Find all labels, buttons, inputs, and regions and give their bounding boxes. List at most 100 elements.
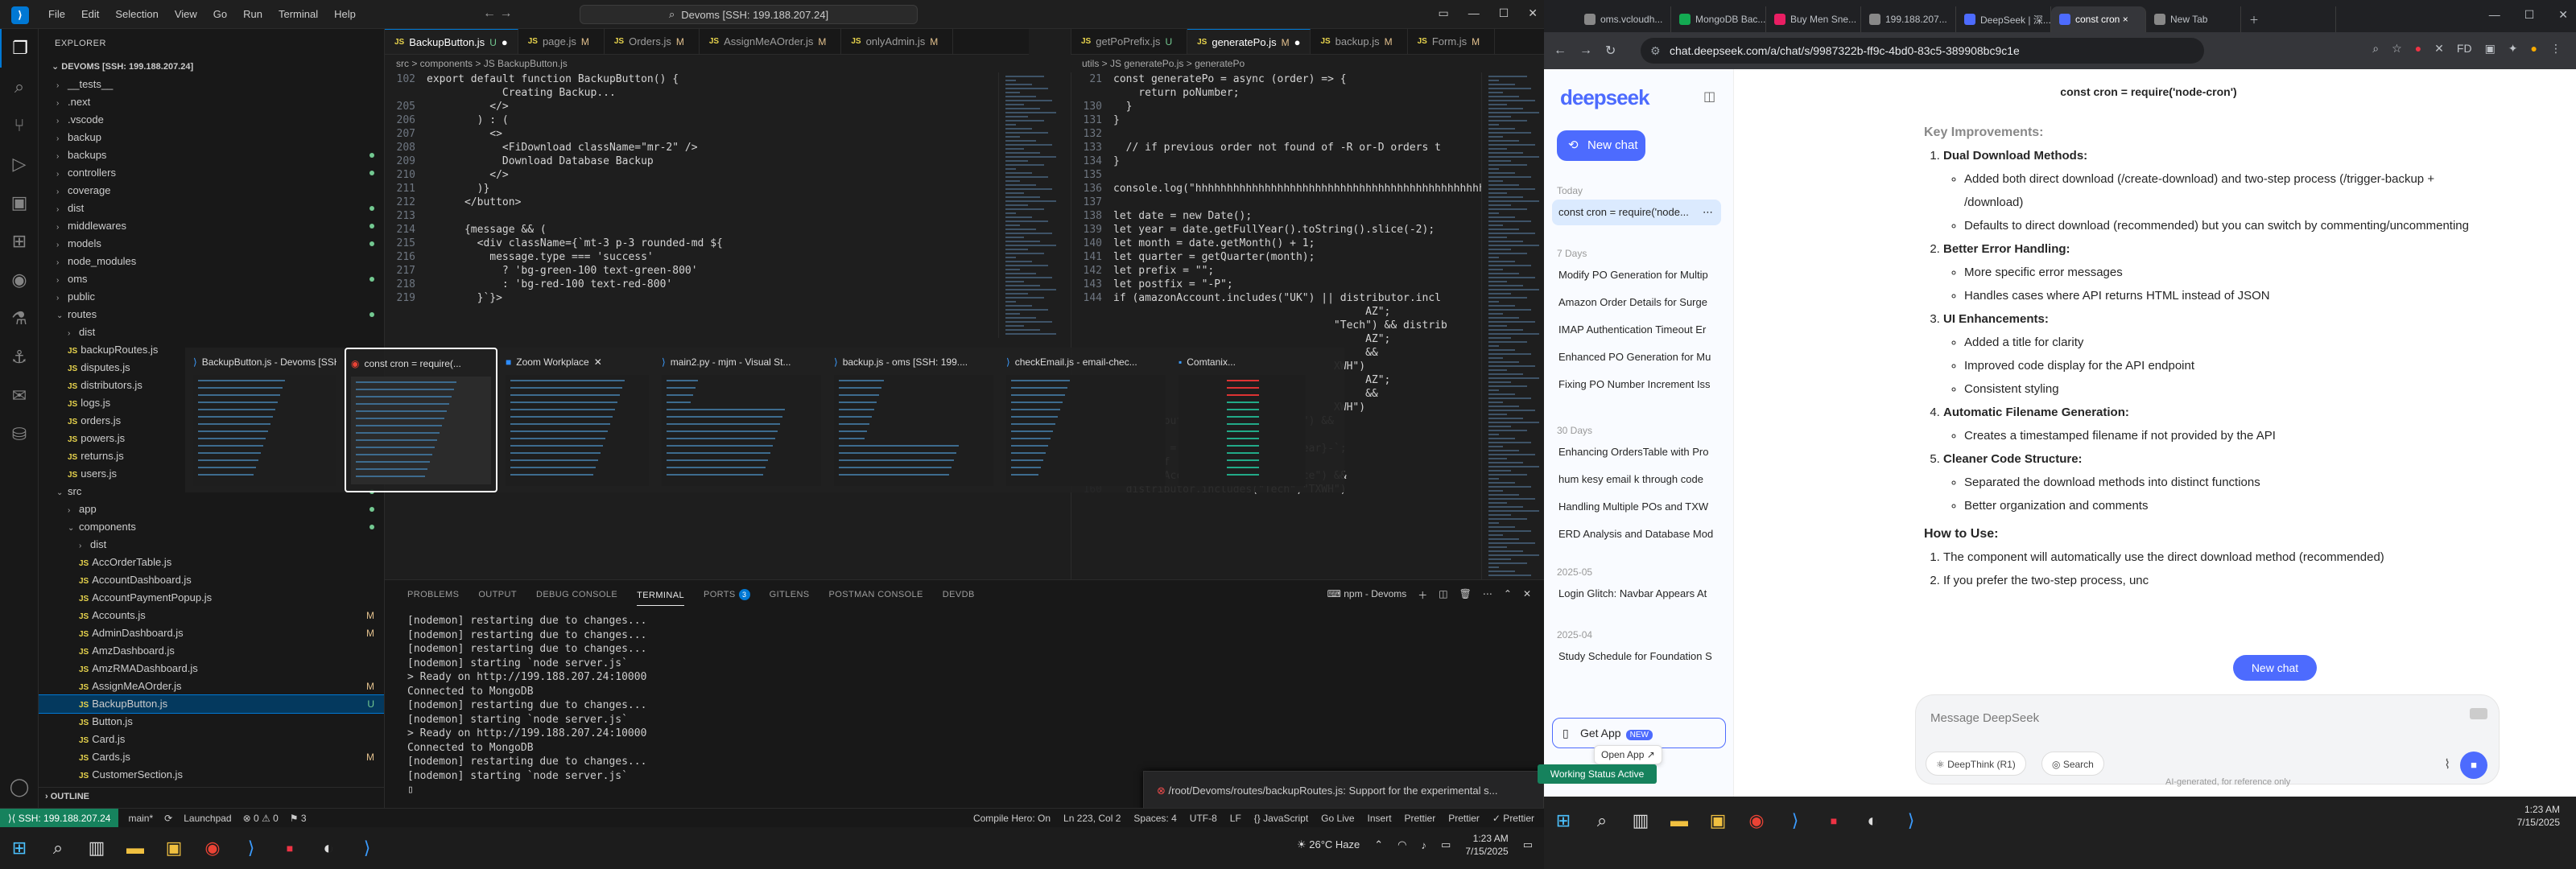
editor-tab[interactable]: JS backup.js M: [1311, 29, 1408, 54]
nav-arrows-icon[interactable]: ← →: [483, 6, 512, 21]
panel-tab-debug-console[interactable]: DEBUG CONSOLE: [536, 590, 617, 599]
app-icon[interactable]: ◐: [1855, 803, 1890, 838]
battery-icon[interactable]: ▭: [1441, 838, 1451, 851]
status-item[interactable]: ⟳: [164, 813, 172, 824]
browser-tab[interactable]: const cron ×: [2051, 6, 2146, 32]
chat-history-item[interactable]: Handling Multiple POs and TXW: [1552, 494, 1721, 520]
menu-item-edit[interactable]: Edit: [75, 5, 105, 23]
status-item[interactable]: Prettier: [1405, 813, 1436, 824]
panel-tab-output[interactable]: OUTPUT: [478, 590, 517, 599]
minimap-left[interactable]: [998, 72, 1071, 338]
outline-section[interactable]: › OUTLINE: [39, 788, 384, 805]
file-explorer-icon[interactable]: ▬: [118, 830, 153, 866]
folder-item[interactable]: › app: [39, 500, 384, 518]
account-icon[interactable]: ◯: [0, 768, 39, 806]
maximize-icon[interactable]: ☐: [1499, 6, 1509, 20]
wifi-icon[interactable]: ◠: [1397, 838, 1406, 851]
search-icon[interactable]: ⌕: [1584, 803, 1620, 838]
folder-item[interactable]: › dist: [39, 200, 384, 217]
chat-history-item[interactable]: ERD Analysis and Database Mod: [1552, 521, 1721, 547]
new-chat-button[interactable]: ⟲ New chat: [1557, 130, 1645, 161]
folder-item[interactable]: ⌄ components: [39, 518, 384, 536]
menu-item-help[interactable]: Help: [328, 5, 362, 23]
folder-item[interactable]: › .next: [39, 93, 384, 111]
browser-tab[interactable]: MongoDB Bac...: [1671, 6, 1766, 32]
window-thumbnail[interactable]: ⟩ BackupButton.js - Devoms [SSH: 1...: [188, 348, 341, 492]
back-icon[interactable]: ←: [1554, 43, 1567, 58]
file-item[interactable]: JS AssignMeAOrder.js M: [39, 677, 384, 695]
editor-tab[interactable]: JS Orders.js M: [605, 29, 700, 54]
testing-icon[interactable]: ⚗: [0, 299, 39, 338]
layout-icon[interactable]: ▭: [1438, 6, 1448, 20]
deepseek-logo[interactable]: deepseek: [1560, 85, 1650, 110]
workspace-root[interactable]: ⌄ DEVOMS [SSH: 199.188.207.24]: [39, 58, 384, 76]
folder-item[interactable]: › coverage: [39, 182, 384, 200]
clock[interactable]: 1:23 AM 7/15/2025: [1465, 832, 1508, 858]
file-item[interactable]: JS Cards.js M: [39, 748, 384, 766]
status-item[interactable]: Launchpad: [184, 813, 231, 824]
close-icon[interactable]: ✕: [2558, 8, 2568, 22]
close-icon[interactable]: ✕: [1528, 6, 1538, 20]
status-item[interactable]: ✓ Prettier: [1492, 813, 1534, 824]
folder-item[interactable]: › public: [39, 288, 384, 306]
menu-item-go[interactable]: Go: [207, 5, 233, 23]
close-panel-icon[interactable]: ✕: [1523, 588, 1531, 602]
clock-right[interactable]: 1:23 AM 7/15/2025: [2517, 803, 2560, 829]
chat-history-item[interactable]: Fixing PO Number Increment Iss: [1552, 372, 1721, 397]
browser-tab[interactable]: Buy Men Sne...: [1766, 6, 1861, 32]
status-item[interactable]: {} JavaScript: [1254, 813, 1308, 824]
extension-icon-2[interactable]: ✕: [2434, 42, 2444, 56]
task-view-icon[interactable]: ▥: [1623, 803, 1658, 838]
code-editor-left[interactable]: 102 export default function BackupButton(…: [385, 72, 964, 338]
source-control-icon[interactable]: ⑂: [0, 106, 39, 145]
browser-tab[interactable]: DeepSeek | 深...: [1956, 6, 2051, 32]
notification-icon[interactable]: ▭: [1523, 838, 1533, 851]
weather-widget[interactable]: ☀ 26°C Haze: [1297, 838, 1360, 851]
reload-icon[interactable]: ↻: [1605, 43, 1616, 59]
browser-tab[interactable]: oms.vcloudh...: [1576, 6, 1671, 32]
file-item[interactable]: JS AccountDashboard.js: [39, 571, 384, 589]
file-item[interactable]: JS AccOrderTable.js: [39, 554, 384, 571]
more-icon[interactable]: ⋯: [1703, 200, 1713, 225]
file-item[interactable]: JS AccountPaymentPopup.js: [39, 589, 384, 607]
postman-icon[interactable]: ✉: [0, 377, 39, 415]
chat-history-item[interactable]: Modify PO Generation for Multip: [1552, 262, 1721, 288]
maximize-panel-icon[interactable]: ⌃: [1504, 588, 1512, 602]
add-terminal-icon[interactable]: ＋: [1418, 588, 1427, 602]
panel-tab-ports[interactable]: PORTS 3: [704, 589, 750, 600]
terminal-selector[interactable]: ⌨ npm - Devoms: [1327, 588, 1407, 602]
window-thumbnail[interactable]: ◉ const cron = require(...: [345, 348, 497, 492]
status-item[interactable]: main*: [128, 813, 153, 824]
editor-tab[interactable]: JS page.js M: [518, 29, 605, 54]
extension-icon-1[interactable]: ●: [2415, 42, 2421, 56]
chrome-icon[interactable]: ◉: [1739, 803, 1774, 838]
extension-icon-3[interactable]: FD: [2457, 42, 2472, 56]
zoom-icon[interactable]: ■: [272, 830, 308, 866]
extensions-icon[interactable]: ⊞: [0, 222, 39, 261]
window-thumbnail[interactable]: ⟩ backup.js - oms [SSH: 199....: [829, 348, 998, 492]
get-app-button[interactable]: ▯ Get App NEW: [1552, 718, 1726, 748]
close-tab-icon[interactable]: ●: [1294, 30, 1301, 55]
folder-item[interactable]: › backup: [39, 129, 384, 146]
folder-item[interactable]: › .vscode: [39, 111, 384, 129]
zoom-lens-icon[interactable]: ⌕: [2372, 42, 2379, 56]
window-thumbnail[interactable]: ▪ Comtanix...: [1174, 348, 1311, 492]
vscode-taskbar-icon-2[interactable]: ⟩: [349, 830, 385, 866]
menu-item-selection[interactable]: Selection: [109, 5, 164, 23]
working-status-badge[interactable]: Working Status Active: [1538, 764, 1657, 784]
window-thumbnail[interactable]: ⟩ main2.py - mjm - Visual St...: [657, 348, 826, 492]
file-item[interactable]: JS Card.js: [39, 731, 384, 748]
vscode-taskbar-icon[interactable]: ⟩: [233, 830, 269, 866]
volume-icon[interactable]: ♪: [1422, 839, 1427, 851]
panel-tab-gitlens[interactable]: GITLENS: [770, 590, 810, 599]
menu-item-run[interactable]: Run: [237, 5, 269, 23]
extension-icon-4[interactable]: ▣: [2485, 42, 2496, 56]
collapse-sidebar-icon[interactable]: ◫: [1703, 89, 1715, 105]
menu-item-file[interactable]: File: [42, 5, 72, 23]
docker-icon[interactable]: ⚓: [0, 338, 39, 377]
file-item[interactable]: JS Accounts.js M: [39, 607, 384, 624]
editor-tab[interactable]: JS AssignMeAOrder.js M: [700, 29, 842, 54]
file-item[interactable]: JS AmzDashboard.js: [39, 642, 384, 660]
editor-tab[interactable]: JS getPoPrefix.js U: [1071, 29, 1188, 54]
status-item[interactable]: Ln 223, Col 2: [1063, 813, 1121, 824]
